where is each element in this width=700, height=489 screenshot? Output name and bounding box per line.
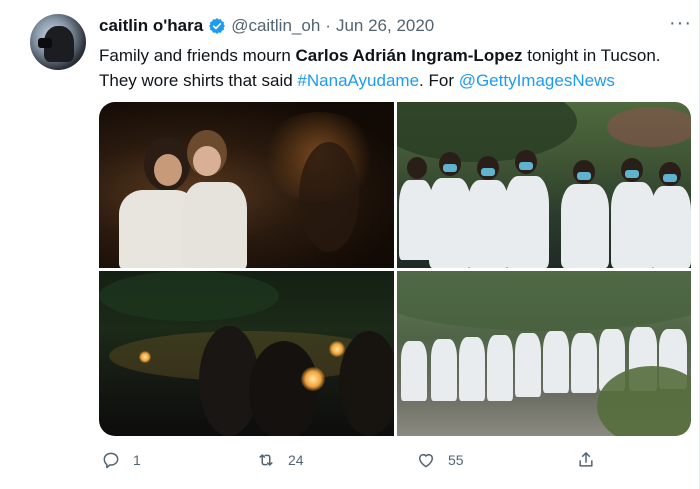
reply-icon — [103, 452, 119, 469]
person-shirt — [401, 341, 427, 401]
retweet-icon — [259, 454, 273, 466]
photo-2[interactable] — [397, 102, 691, 268]
tweet-bold-name: Carlos Adrián Ingram-Lopez — [295, 46, 523, 65]
candle-light — [139, 351, 151, 363]
tweet-text-part: Family and friends mourn — [99, 46, 296, 65]
face-mask — [663, 174, 677, 182]
person-head — [407, 157, 427, 179]
photo-1[interactable] — [99, 102, 394, 268]
tweet-card[interactable]: caitlin o'hara @caitlin_oh · Jun 26, 202… — [0, 0, 700, 489]
person-shirt — [183, 182, 247, 268]
separator-dot: · — [325, 16, 331, 35]
like-icon — [419, 454, 433, 468]
photo-3[interactable] — [99, 271, 394, 436]
person-shirt — [543, 331, 569, 393]
background-figure — [299, 142, 359, 252]
person-shirt — [467, 180, 509, 268]
person-face — [193, 146, 221, 176]
verified-badge-icon — [209, 18, 226, 34]
candle-light — [301, 367, 325, 391]
person-shirt — [611, 182, 655, 268]
person-shirt — [399, 180, 433, 260]
like-count: 55 — [448, 452, 464, 468]
user-handle[interactable]: @caitlin_oh — [231, 16, 320, 36]
trees — [397, 102, 577, 162]
person-shirt — [515, 333, 541, 397]
tweet-header: caitlin o'hara @caitlin_oh · Jun 26, 202… — [99, 15, 434, 37]
person-shirt — [487, 335, 513, 401]
media-grid — [99, 102, 691, 436]
face-mask — [443, 164, 457, 172]
more-icon[interactable]: ··· — [669, 12, 692, 35]
photo-4[interactable] — [397, 271, 691, 436]
retweet-button[interactable]: 24 — [256, 450, 304, 470]
person-shirt — [459, 337, 485, 401]
face-mask — [519, 162, 533, 170]
foreground-person — [339, 331, 394, 436]
action-bar: 1 24 55 — [0, 450, 700, 478]
avatar-camera — [38, 38, 52, 48]
building — [607, 107, 691, 147]
hashtag-link[interactable]: #NanaAyudame — [297, 71, 419, 90]
trees — [397, 271, 691, 331]
retweet-count: 24 — [288, 452, 304, 468]
tweet-text: Family and friends mourn Carlos Adrián I… — [99, 43, 694, 93]
share-icon — [579, 452, 593, 467]
mention-link[interactable]: @GettyImagesNews — [459, 71, 615, 90]
avatar[interactable] — [30, 14, 86, 70]
face-mask — [577, 172, 591, 180]
tweet-date[interactable]: Jun 26, 2020 — [336, 16, 434, 36]
person-shirt — [571, 333, 597, 393]
person-shirt — [505, 176, 549, 268]
person-shirt — [651, 186, 691, 268]
like-button[interactable]: 55 — [416, 450, 464, 470]
person-shirt — [429, 178, 471, 268]
reply-button[interactable]: 1 — [101, 450, 141, 470]
reply-count: 1 — [133, 452, 141, 468]
trees — [99, 271, 279, 321]
person-face — [154, 154, 182, 186]
face-mask — [625, 170, 639, 178]
share-button[interactable] — [576, 450, 608, 470]
person-shirt — [431, 339, 457, 401]
display-name[interactable]: caitlin o'hara — [99, 16, 203, 36]
person-shirt — [561, 184, 609, 268]
tweet-text-part: . For — [419, 71, 459, 90]
face-mask — [481, 168, 495, 176]
